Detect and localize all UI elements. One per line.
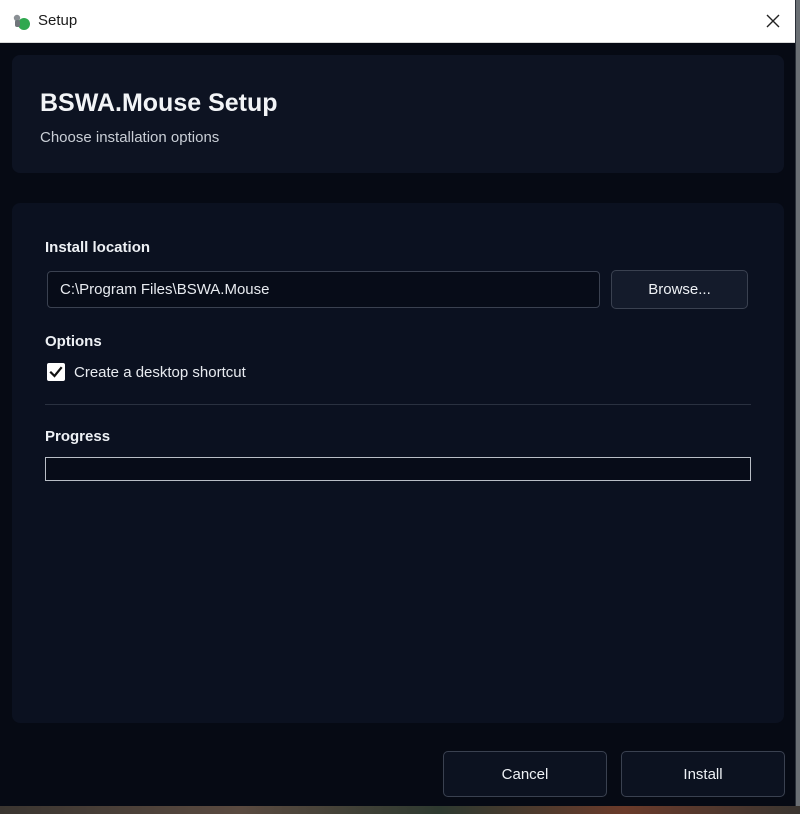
desktop-background-strip [0,806,800,814]
progress-label: Progress [45,428,111,445]
setup-window: Setup BSWA.Mouse Setup Choose installati… [0,0,796,814]
desktop-shortcut-option[interactable]: Create a desktop shortcut [47,363,246,381]
app-icon [11,11,31,31]
page-title: BSWA.Mouse Setup [40,89,278,117]
page-subtitle: Choose installation options [40,129,220,146]
window-title: Setup [38,12,78,29]
install-location-label: Install location [45,239,151,256]
header-panel: BSWA.Mouse Setup Choose installation opt… [12,55,784,173]
checkmark-icon [49,366,63,378]
divider [45,404,751,405]
desktop-shortcut-checkbox[interactable] [47,363,65,381]
desktop-shortcut-label: Create a desktop shortcut [74,363,246,381]
close-icon [766,14,780,28]
options-label: Options [45,333,102,350]
install-path-input[interactable] [47,271,600,308]
options-panel: Install location Browse... Options Creat… [12,203,784,723]
cancel-button[interactable]: Cancel [443,751,607,797]
title-bar: Setup [0,0,795,43]
close-button[interactable] [750,0,795,42]
browse-button[interactable]: Browse... [611,270,748,309]
install-button[interactable]: Install [621,751,785,797]
install-progress-bar [45,457,751,481]
